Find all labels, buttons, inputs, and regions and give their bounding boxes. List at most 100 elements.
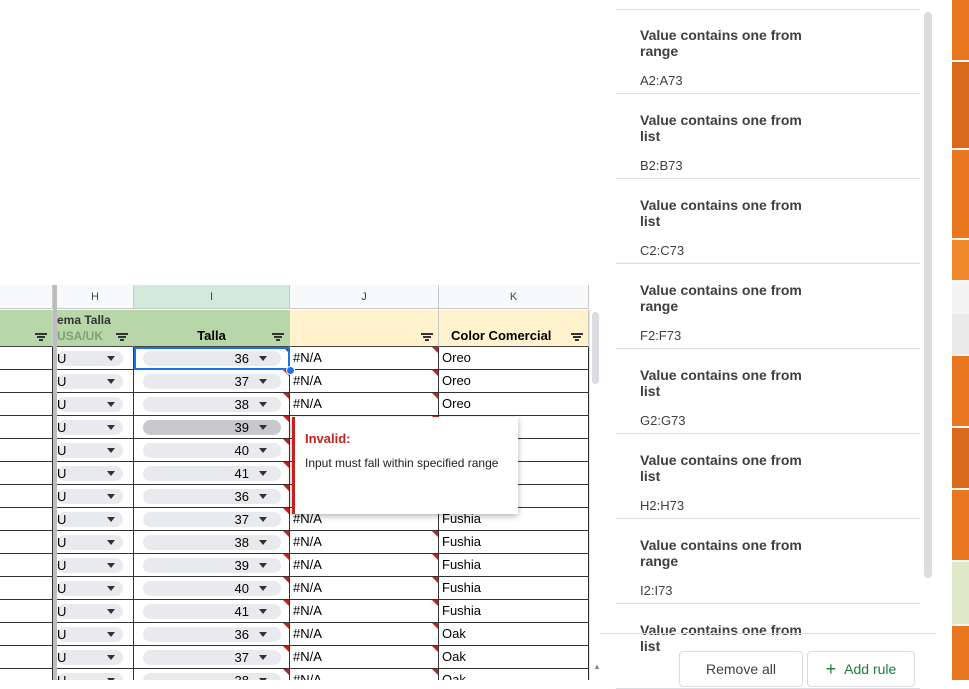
dropdown-arrow-icon[interactable]	[107, 563, 115, 568]
cell-talla[interactable]: 39	[134, 554, 290, 577]
cell-color-comercial[interactable]: Oak	[439, 623, 589, 646]
cell-talla[interactable]: 36	[134, 485, 290, 508]
cell-j[interactable]: #N/A	[290, 347, 439, 370]
dropdown-arrow-icon[interactable]	[259, 494, 267, 499]
cell-sistema-talla[interactable]: U	[57, 393, 134, 416]
cell-g[interactable]	[0, 508, 53, 531]
column-header-k[interactable]: K	[439, 285, 589, 309]
validation-rule-item[interactable]: Value contains one from range A2:A73	[616, 9, 920, 94]
cell-talla[interactable]: 38	[134, 669, 290, 680]
dropdown-chip[interactable]: 39	[143, 558, 281, 573]
dropdown-chip[interactable]: U	[57, 604, 123, 619]
cell-sistema-talla[interactable]: U	[57, 347, 134, 370]
dropdown-arrow-icon[interactable]	[107, 448, 115, 453]
cell-sistema-talla[interactable]: U	[57, 623, 134, 646]
cell-g[interactable]	[0, 646, 53, 669]
cell-sistema-talla[interactable]: U	[57, 531, 134, 554]
cell-color-comercial[interactable]: Oreo	[439, 393, 589, 416]
dropdown-arrow-icon[interactable]	[107, 356, 115, 361]
cell-talla[interactable]: 38	[134, 531, 290, 554]
dropdown-arrow-icon[interactable]	[107, 632, 115, 637]
dropdown-chip[interactable]: U	[57, 558, 123, 573]
dropdown-arrow-icon[interactable]	[107, 609, 115, 614]
cell-j[interactable]: #N/A	[290, 646, 439, 669]
fill-handle[interactable]	[286, 366, 295, 375]
dropdown-chip[interactable]: U	[57, 535, 123, 550]
cell-j[interactable]: #N/A	[290, 669, 439, 680]
dropdown-chip[interactable]: 39	[143, 420, 281, 435]
cell-j[interactable]: #N/A	[290, 577, 439, 600]
dropdown-chip[interactable]: 38	[143, 673, 281, 680]
dropdown-arrow-icon[interactable]	[259, 517, 267, 522]
remove-all-button[interactable]: Remove all	[679, 651, 803, 687]
thumbnail-11[interactable]	[952, 626, 969, 680]
filter-icon[interactable]	[116, 332, 128, 342]
dropdown-chip[interactable]: 41	[143, 604, 281, 619]
grid-scrollbar[interactable]: ▲	[589, 310, 600, 680]
dropdown-chip[interactable]: U	[57, 627, 123, 642]
cell-j[interactable]: #N/A	[290, 600, 439, 623]
cell-sistema-talla[interactable]: U	[57, 669, 134, 680]
cell-sistema-talla[interactable]: U	[57, 439, 134, 462]
thumbnail-9[interactable]	[952, 490, 969, 560]
cell-talla[interactable]: 37	[134, 508, 290, 531]
thumbnail-3[interactable]	[952, 150, 969, 238]
dropdown-chip[interactable]: U	[57, 374, 123, 389]
dropdown-arrow-icon[interactable]	[107, 494, 115, 499]
dropdown-chip[interactable]: U	[57, 420, 123, 435]
dropdown-arrow-icon[interactable]	[107, 517, 115, 522]
validation-rule-item[interactable]: Value contains one from range I2:I73	[616, 519, 920, 604]
cell-talla[interactable]: 40	[134, 577, 290, 600]
grid-scrollbar-thumb[interactable]	[592, 312, 599, 384]
dropdown-chip[interactable]: 38	[143, 397, 281, 412]
validation-rule-item[interactable]: Value contains one from list H2:H73	[616, 434, 920, 519]
filter-icon[interactable]	[35, 332, 47, 342]
column-header-i[interactable]: I	[134, 285, 290, 309]
cell-g[interactable]	[0, 416, 53, 439]
cell-sistema-talla[interactable]: U	[57, 577, 134, 600]
cell-talla[interactable]: 40	[134, 439, 290, 462]
cell-j[interactable]: #N/A	[290, 623, 439, 646]
dropdown-arrow-icon[interactable]	[259, 379, 267, 384]
cell-g[interactable]	[0, 600, 53, 623]
dropdown-chip[interactable]: U	[57, 650, 123, 665]
dropdown-chip[interactable]: U	[57, 489, 123, 504]
cell-j[interactable]: #N/A	[290, 554, 439, 577]
cell-sistema-talla[interactable]: U	[57, 600, 134, 623]
cell-talla[interactable]: 37	[134, 646, 290, 669]
thumbnail-7[interactable]	[952, 356, 969, 426]
dropdown-arrow-icon[interactable]	[107, 402, 115, 407]
cell-g[interactable]	[0, 347, 53, 370]
dropdown-chip[interactable]: U	[57, 512, 123, 527]
filter-icon[interactable]	[421, 332, 433, 342]
dropdown-arrow-icon[interactable]	[107, 540, 115, 545]
thumbnail-4[interactable]	[952, 240, 969, 280]
dropdown-arrow-icon[interactable]	[259, 586, 267, 591]
thumbnail-8[interactable]	[952, 428, 969, 488]
header-cell-j[interactable]	[290, 310, 439, 347]
column-header-j[interactable]: J	[290, 285, 439, 309]
thumbnail-5[interactable]	[952, 282, 969, 312]
filter-icon[interactable]	[571, 332, 583, 342]
cell-talla[interactable]: 41	[134, 462, 290, 485]
panel-scrollbar-thumb[interactable]	[924, 12, 932, 578]
dropdown-chip[interactable]: U	[57, 466, 123, 481]
cell-talla[interactable]: 39	[134, 416, 290, 439]
add-rule-button[interactable]: + Add rule	[807, 651, 915, 687]
cell-sistema-talla[interactable]: U	[57, 554, 134, 577]
dropdown-arrow-icon[interactable]	[259, 632, 267, 637]
cell-j[interactable]: #N/A	[290, 531, 439, 554]
dropdown-chip[interactable]: 38	[143, 535, 281, 550]
cell-color-comercial[interactable]: Oreo	[439, 370, 589, 393]
validation-rule-item[interactable]: Value contains one from list B2:B73	[616, 94, 920, 179]
cell-talla[interactable]: 38	[134, 393, 290, 416]
dropdown-chip[interactable]: U	[57, 443, 123, 458]
dropdown-arrow-icon[interactable]	[259, 563, 267, 568]
dropdown-arrow-icon[interactable]	[259, 609, 267, 614]
scroll-up-arrow-icon[interactable]: ▲	[593, 662, 600, 671]
dropdown-chip[interactable]: 40	[143, 581, 281, 596]
cell-g[interactable]	[0, 462, 53, 485]
cell-color-comercial[interactable]: Oreo	[439, 347, 589, 370]
dropdown-chip[interactable]: 36	[143, 489, 281, 504]
cell-sistema-talla[interactable]: U	[57, 508, 134, 531]
